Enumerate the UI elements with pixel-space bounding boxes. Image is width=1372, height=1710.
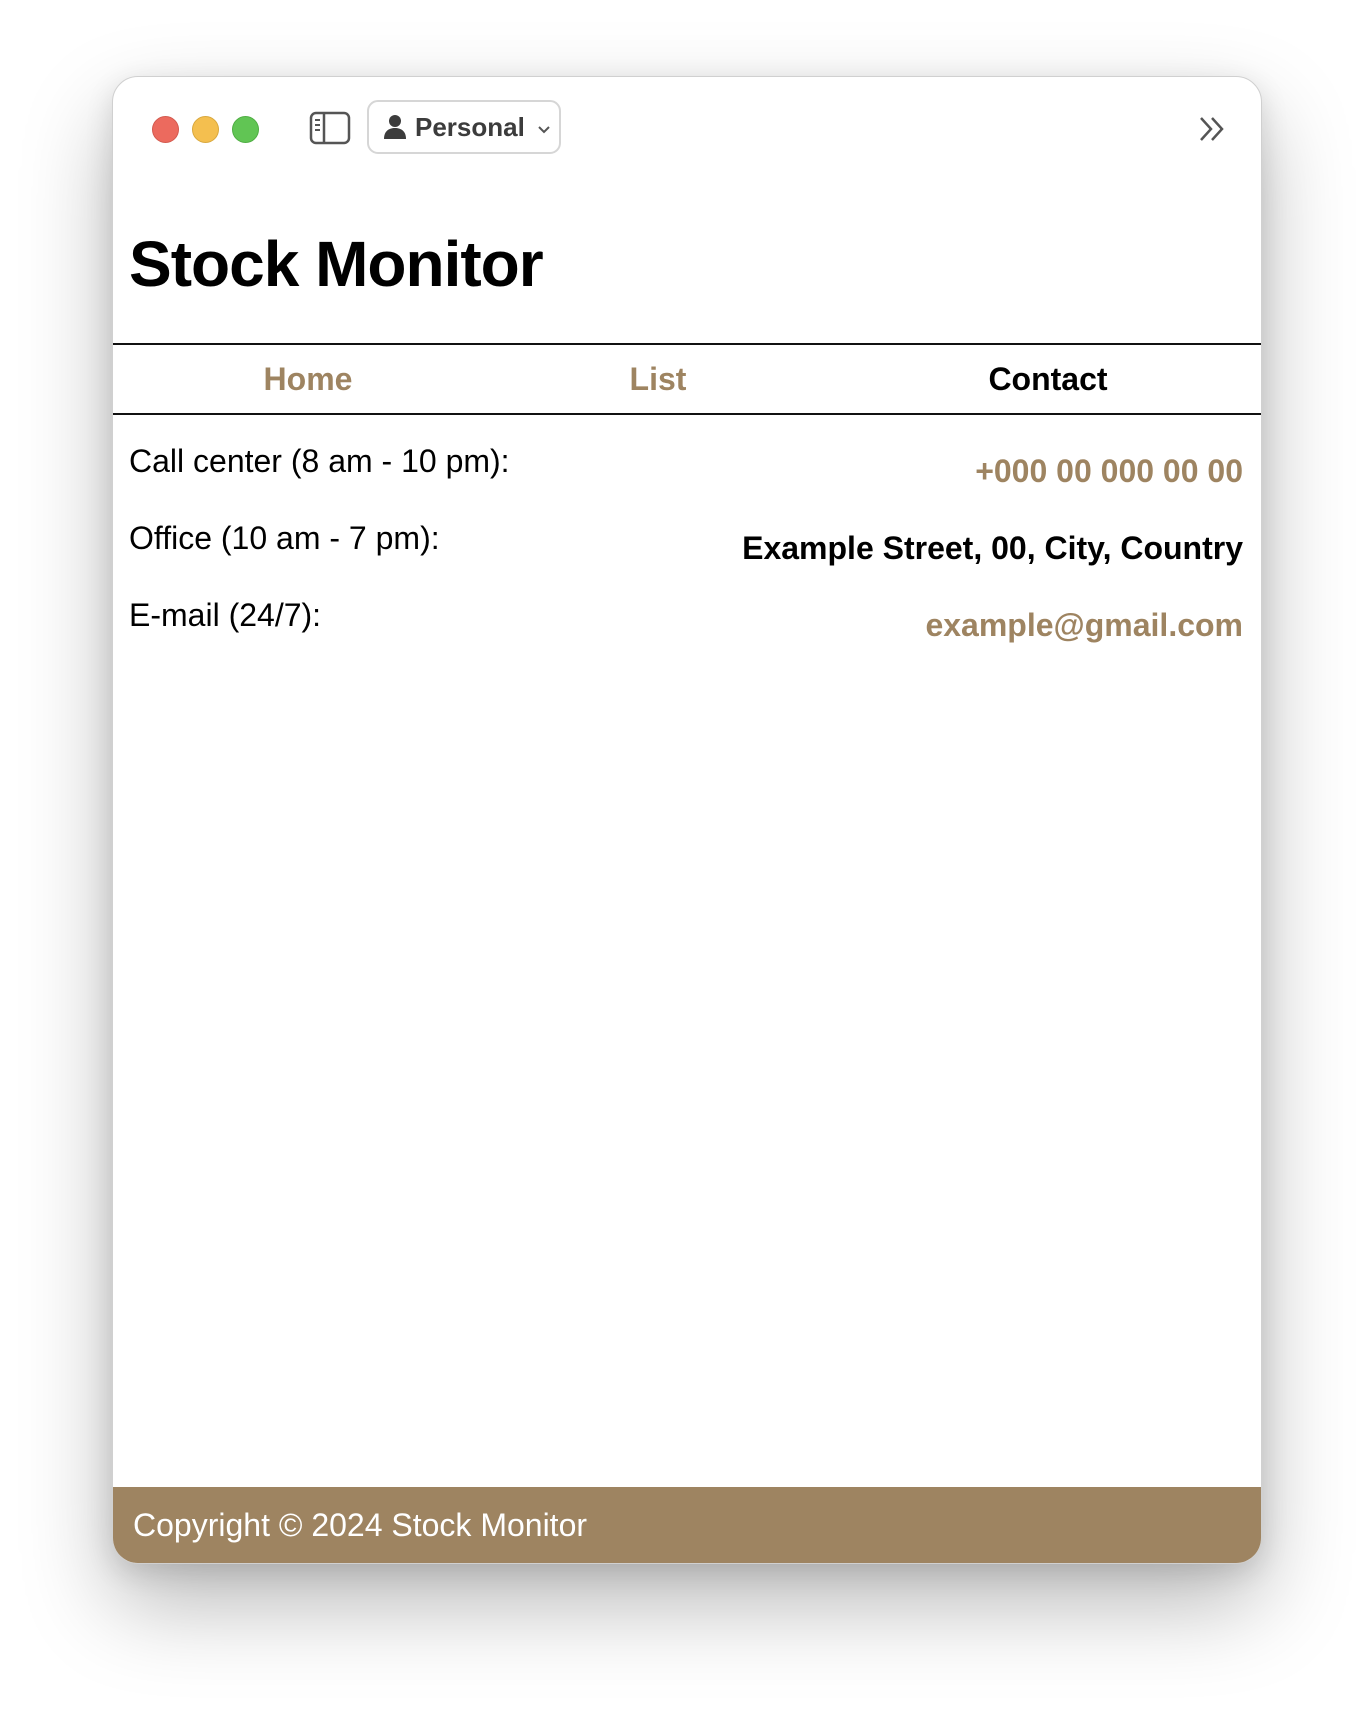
copyright-text: Copyright © 2024 Stock Monitor — [133, 1507, 588, 1543]
browser-window: Personal Stock Monitor Home List Contact… — [112, 76, 1262, 1564]
main-nav: Home List Contact — [113, 343, 1261, 415]
profile-label: Personal — [415, 111, 525, 142]
email-link[interactable]: example@gmail.com — [925, 607, 1243, 644]
double-chevron-right-icon[interactable] — [1197, 115, 1227, 143]
sidebar-icon[interactable] — [309, 111, 351, 145]
nav-list-link[interactable]: List — [603, 345, 713, 413]
contact-row-call-center: Call center (8 am - 10 pm): +000 00 000 … — [129, 443, 1243, 520]
office-label: Office (10 am - 7 pm): — [129, 520, 440, 556]
phone-link[interactable]: +000 00 000 00 00 — [975, 453, 1243, 490]
call-center-label: Call center (8 am - 10 pm): — [129, 443, 510, 479]
contact-row-office: Office (10 am - 7 pm): Example Street, 0… — [129, 520, 1243, 597]
nav-home-link[interactable]: Home — [233, 345, 383, 413]
nav-contact-link[interactable]: Contact — [973, 345, 1123, 413]
contact-info: Call center (8 am - 10 pm): +000 00 000 … — [129, 443, 1243, 674]
person-icon — [383, 114, 407, 140]
office-address: Example Street, 00, City, Country — [742, 530, 1243, 566]
profile-button[interactable]: Personal — [367, 100, 561, 154]
page-title: Stock Monitor — [129, 228, 544, 300]
close-window-button[interactable] — [152, 116, 179, 143]
page-footer: Copyright © 2024 Stock Monitor — [113, 1487, 1261, 1563]
email-label: E-mail (24/7): — [129, 597, 322, 633]
zoom-window-button[interactable] — [232, 116, 259, 143]
chevron-down-icon — [537, 122, 551, 134]
contact-row-email: E-mail (24/7): example@gmail.com — [129, 597, 1243, 674]
title-bar: Personal — [113, 77, 1261, 177]
minimize-window-button[interactable] — [192, 116, 219, 143]
